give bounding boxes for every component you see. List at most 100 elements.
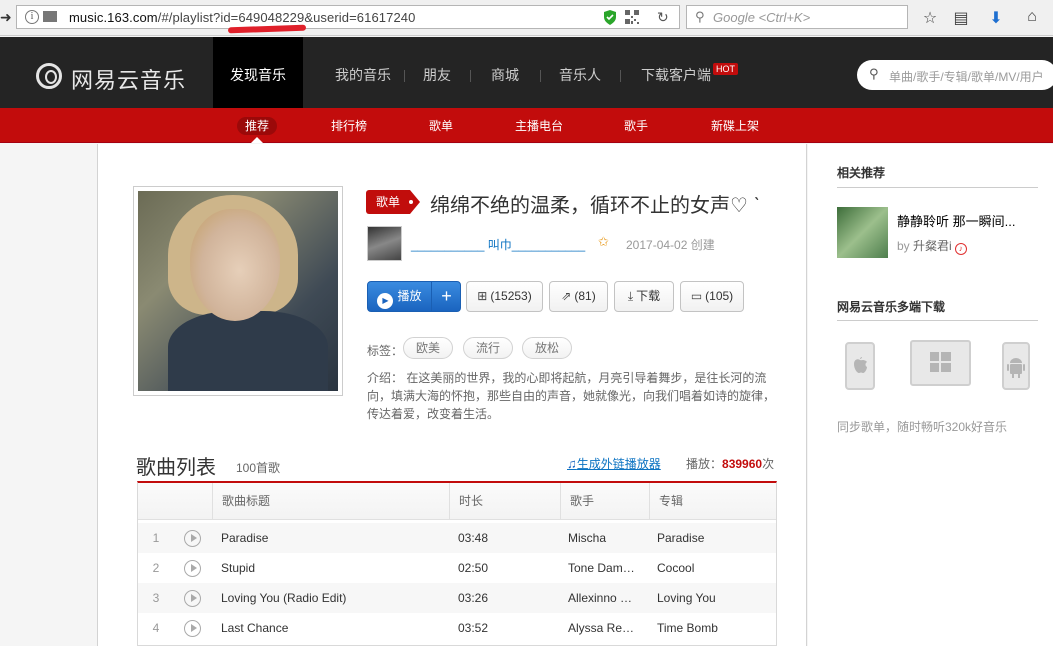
header-title: 歌曲标题: [212, 483, 450, 520]
shield-icon[interactable]: [603, 10, 617, 25]
collect-count: (15253): [490, 289, 532, 303]
playlist-cover: [133, 186, 343, 396]
info-icon[interactable]: i: [25, 10, 39, 24]
reading-list-icon[interactable]: ▤: [951, 8, 971, 28]
play-circle-icon[interactable]: [184, 560, 201, 577]
header-artist: 歌手: [560, 483, 649, 520]
table-row[interactable]: 3 Loving You (Radio Edit) 03:26 Allexinn…: [138, 583, 776, 613]
site-logo[interactable]: 网易云音乐: [71, 63, 186, 95]
download-icon: ⤓: [627, 289, 634, 303]
url-text[interactable]: music.163.com/#/playlist?id=649048229&us…: [69, 10, 415, 25]
download-label: 下载: [636, 289, 661, 303]
play-circle-icon[interactable]: [184, 620, 201, 637]
subnav-artists[interactable]: 歌手: [613, 108, 659, 143]
creator-name[interactable]: ___________ 叫巾___________: [411, 236, 585, 253]
track-title[interactable]: Loving You (Radio Edit): [221, 583, 441, 613]
nav-store[interactable]: 商城: [478, 37, 532, 108]
table-row[interactable]: 2 Stupid 02:50 Tone Dam… Cocool: [138, 553, 776, 583]
tracklist-title: 歌曲列表: [136, 457, 216, 479]
play-icon: ▶: [377, 293, 394, 309]
download-arrow-icon[interactable]: ⬇: [986, 8, 1006, 28]
sub-nav: 推荐 排行榜 歌单 主播电台 歌手 新碟上架: [0, 108, 1053, 143]
reload-icon[interactable]: ↻: [657, 9, 669, 26]
tag-dot: [409, 200, 414, 204]
table-row[interactable]: 4 Last Chance 03:52 Alyssa Re… Time Bomb: [138, 613, 776, 643]
bookmark-star-icon[interactable]: ☆: [920, 8, 940, 28]
nav-separator: [540, 70, 541, 82]
play-circle-icon[interactable]: [184, 530, 201, 547]
url-path: /#/playlist?id=649048229&userid=61617240: [157, 10, 416, 25]
play-total: 播放：839960次: [686, 455, 774, 472]
track-number: 2: [152, 561, 160, 575]
track-title[interactable]: Paradise: [221, 523, 441, 553]
share-button[interactable]: ⇗ (81): [549, 281, 608, 312]
divider: [837, 320, 1038, 321]
subnav-playlists[interactable]: 歌单: [418, 108, 464, 143]
android-device-icon[interactable]: [1002, 342, 1030, 390]
browser-search-input[interactable]: ⚲ Google <Ctrl+K>: [686, 5, 908, 29]
nav-musician[interactable]: 音乐人: [548, 37, 612, 108]
download-note: 同步歌单，随时畅听320k好音乐: [837, 420, 1008, 434]
address-bar[interactable]: i music.163.com/#/playlist?id=649048229&…: [16, 5, 680, 29]
subnav-recommend-label: 推荐: [236, 117, 277, 135]
track-table: 歌曲标题 时长 歌手 专辑 1 Paradise 03:48 Mischa Pa…: [137, 481, 777, 646]
related-playlist-cover[interactable]: [837, 207, 888, 258]
nav-separator: [470, 70, 471, 82]
cover-image: [138, 191, 338, 391]
tag-chip[interactable]: 欧美: [403, 337, 453, 359]
track-number: 3: [152, 591, 160, 605]
play-button-label: 播放: [397, 289, 422, 303]
outchain-player-link[interactable]: ♫生成外链播放器: [567, 455, 661, 472]
netease-logo-icon[interactable]: [36, 63, 62, 89]
site-search-input[interactable]: ⚲ 单曲/歌手/专辑/歌单/MV/用户: [857, 60, 1053, 90]
home-icon[interactable]: ⌂: [1022, 8, 1042, 26]
tag-chip[interactable]: 流行: [463, 337, 513, 359]
playlist-title: 绵绵不绝的温柔，循环不止的女声♡ ˋ: [430, 195, 761, 217]
nav-discover[interactable]: 发现音乐: [213, 37, 303, 108]
track-artist[interactable]: Allexinno …: [568, 583, 644, 613]
author-nickname[interactable]: 升粲君i: [913, 239, 952, 253]
nav-download-client[interactable]: 下载客户端: [628, 37, 724, 108]
track-title[interactable]: Stupid: [221, 553, 441, 583]
windows-device-icon[interactable]: [910, 340, 971, 386]
download-button[interactable]: ⤓ 下载: [614, 281, 674, 312]
musician-badge-icon: ♪: [954, 243, 967, 255]
apple-device-icon[interactable]: [845, 342, 875, 390]
play-total-count: 839960: [722, 457, 763, 471]
header-duration: 时长: [449, 483, 560, 520]
track-duration: 03:52: [458, 621, 489, 635]
subnav-charts[interactable]: 排行榜: [320, 108, 378, 143]
track-album[interactable]: Cocool: [657, 553, 767, 583]
back-arrow-icon[interactable]: ➜: [0, 9, 14, 25]
related-playlist-name[interactable]: 静静聆听 那一瞬间...: [897, 211, 1015, 230]
play-circle-icon[interactable]: [184, 590, 201, 607]
subnav-radio[interactable]: 主播电台: [505, 108, 573, 143]
table-row[interactable]: 1 Paradise 03:48 Mischa Paradise: [138, 523, 776, 553]
tag-chip[interactable]: 放松: [522, 337, 572, 359]
share-icon: ⇗: [561, 289, 572, 303]
track-artist[interactable]: Alyssa Re…: [568, 613, 644, 643]
nav-my-music[interactable]: 我的音乐: [318, 37, 408, 108]
nav-friends[interactable]: 朋友: [412, 37, 462, 108]
browser-search-placeholder: Google <Ctrl+K>: [713, 10, 811, 25]
track-album[interactable]: Loving You: [657, 583, 767, 613]
comment-icon: ▭: [690, 289, 703, 303]
outchain-label: 生成外链播放器: [576, 457, 661, 471]
qr-code-icon[interactable]: [625, 10, 639, 24]
play-button[interactable]: ▶ 播放: [368, 282, 431, 311]
track-number: 4: [152, 621, 160, 635]
add-to-queue-button[interactable]: +: [431, 282, 461, 311]
cover-body: [168, 311, 328, 391]
track-artist[interactable]: Tone Dam…: [568, 553, 644, 583]
track-album[interactable]: Time Bomb: [657, 613, 767, 643]
subnav-recommend[interactable]: 推荐: [232, 108, 282, 143]
subnav-new-albums[interactable]: 新碟上架: [700, 108, 770, 143]
comment-button[interactable]: ▭ (105): [680, 281, 744, 312]
track-artist[interactable]: Mischa: [568, 523, 644, 553]
creator-avatar[interactable]: [367, 226, 402, 261]
play-button-group: ▶ 播放 +: [367, 281, 461, 312]
url-host: music.163.com: [69, 10, 158, 25]
track-title[interactable]: Last Chance: [221, 613, 441, 643]
collect-button[interactable]: ⊞ (15253): [466, 281, 543, 312]
track-album[interactable]: Paradise: [657, 523, 767, 553]
